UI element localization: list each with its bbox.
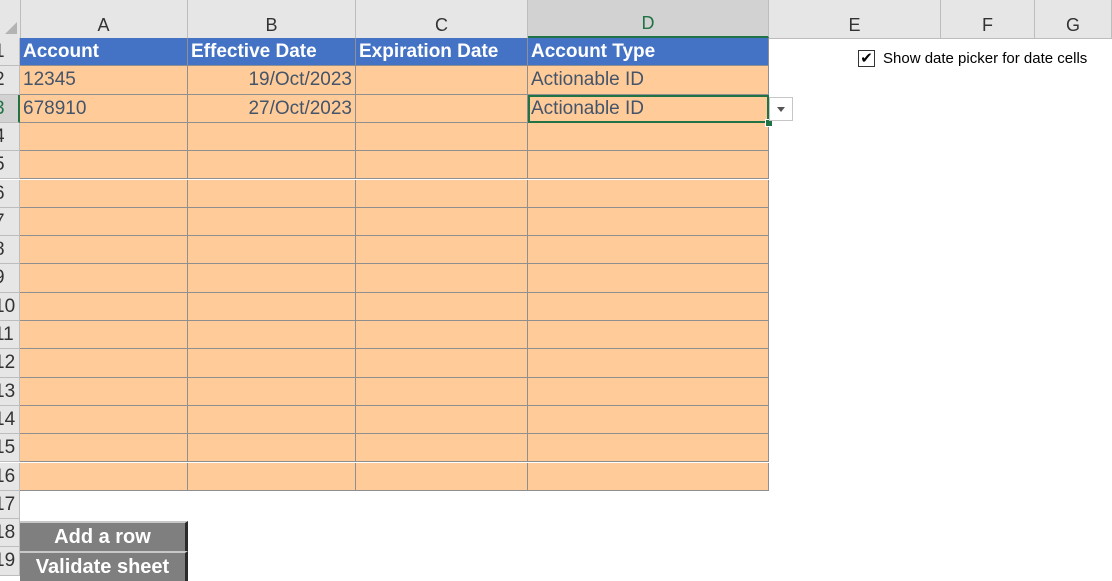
cell-c13[interactable] <box>356 377 528 406</box>
table-header-cell[interactable]: Account Type <box>528 38 769 67</box>
cell-b9[interactable] <box>188 264 356 293</box>
cell-a3[interactable]: 678910 <box>20 94 188 123</box>
cell-d12[interactable] <box>528 349 769 378</box>
cell-d15[interactable] <box>528 434 769 463</box>
cell-b8[interactable] <box>188 236 356 265</box>
cell-d4[interactable] <box>528 122 769 152</box>
cell-a2[interactable]: 12345 <box>20 66 188 95</box>
cell-b15[interactable] <box>188 434 356 463</box>
column-header-b[interactable]: B <box>188 0 356 38</box>
column-header-d[interactable]: D <box>528 0 769 38</box>
cell-b5[interactable] <box>188 151 356 180</box>
column-header-a[interactable]: A <box>20 0 188 38</box>
cell-a11[interactable] <box>20 321 188 350</box>
row-header-16[interactable]: 16 <box>0 462 20 491</box>
cell-c2[interactable] <box>356 66 528 95</box>
cell-a9[interactable] <box>20 264 188 293</box>
cell-b13[interactable] <box>188 377 356 406</box>
cell-b7[interactable] <box>188 207 356 237</box>
select-all-corner[interactable] <box>0 0 21 38</box>
cell-d9[interactable] <box>528 264 769 293</box>
cell-c11[interactable] <box>356 321 528 350</box>
cell-c12[interactable] <box>356 349 528 378</box>
cell-c10[interactable] <box>356 292 528 321</box>
cell-d2[interactable]: Actionable ID <box>528 66 769 95</box>
cell-d13[interactable] <box>528 377 769 406</box>
cell-b6[interactable] <box>188 179 356 208</box>
cell-a10[interactable] <box>20 292 188 321</box>
column-header-c[interactable]: C <box>356 0 528 38</box>
cell-b10[interactable] <box>188 292 356 321</box>
row-header-6[interactable]: 6 <box>0 179 20 208</box>
cell-a6[interactable] <box>20 179 188 208</box>
cell-a7[interactable] <box>20 207 188 237</box>
row-header-11[interactable]: 11 <box>0 321 20 350</box>
cell-a13[interactable] <box>20 377 188 406</box>
add-row-button[interactable]: Add a row <box>20 521 188 551</box>
cell-b3[interactable]: 27/Oct/2023 <box>188 94 356 123</box>
validate-sheet-button[interactable]: Validate sheet <box>20 551 188 581</box>
row-header-8[interactable]: 8 <box>0 236 20 265</box>
cell-c8[interactable] <box>356 236 528 265</box>
row-header-12[interactable]: 12 <box>0 349 20 378</box>
cell-c5[interactable] <box>356 151 528 180</box>
column-header-g[interactable]: G <box>1035 0 1112 38</box>
table-header-cell[interactable]: Expiration Date <box>356 38 528 67</box>
cell-a14[interactable] <box>20 405 188 435</box>
row-header-10[interactable]: 10 <box>0 292 20 321</box>
row-header-18[interactable]: 18 <box>0 519 20 548</box>
cell-c4[interactable] <box>356 122 528 152</box>
row-header-17[interactable]: 17 <box>0 490 20 520</box>
row-header-2[interactable]: 2 <box>0 66 20 95</box>
table-header-cell[interactable]: Account <box>20 38 188 67</box>
row-header-9[interactable]: 9 <box>0 264 20 293</box>
chevron-down-icon <box>777 106 785 112</box>
row-header-13[interactable]: 13 <box>0 377 20 406</box>
cell-b16[interactable] <box>188 462 356 491</box>
table-header-cell[interactable]: Effective Date <box>188 38 356 67</box>
cell-a16[interactable] <box>20 462 188 491</box>
date-picker-option[interactable]: ✔ Show date picker for date cells <box>858 50 1087 67</box>
cell-b14[interactable] <box>188 405 356 435</box>
row-header-1[interactable]: 1 <box>0 38 20 67</box>
cell-c6[interactable] <box>356 179 528 208</box>
select-all-triangle-icon <box>5 22 17 34</box>
cell-b4[interactable] <box>188 122 356 152</box>
cell-c16[interactable] <box>356 462 528 491</box>
column-header-e[interactable]: E <box>769 0 941 38</box>
row-header-15[interactable]: 15 <box>0 434 20 463</box>
cell-d7[interactable] <box>528 207 769 237</box>
cell-a15[interactable] <box>20 434 188 463</box>
cell-b11[interactable] <box>188 321 356 350</box>
cell-c15[interactable] <box>356 434 528 463</box>
cell-a12[interactable] <box>20 349 188 378</box>
cell-d14[interactable] <box>528 405 769 435</box>
cell-a4[interactable] <box>20 122 188 152</box>
row-header-14[interactable]: 14 <box>0 405 20 435</box>
cell-a8[interactable] <box>20 236 188 265</box>
row-header-5[interactable]: 5 <box>0 151 20 180</box>
cell-b2[interactable]: 19/Oct/2023 <box>188 66 356 95</box>
cell-a5[interactable] <box>20 151 188 180</box>
row-header-19[interactable]: 19 <box>0 547 20 576</box>
cell-d8[interactable] <box>528 236 769 265</box>
date-picker-checkbox[interactable]: ✔ <box>858 50 875 67</box>
cell-dropdown-button[interactable] <box>769 97 793 121</box>
row-header-7[interactable]: 7 <box>0 207 20 237</box>
cell-d10[interactable] <box>528 292 769 321</box>
column-header-f[interactable]: F <box>941 0 1035 38</box>
row-header-3[interactable]: 3 <box>0 94 20 123</box>
cell-c9[interactable] <box>356 264 528 293</box>
row-header-4[interactable]: 4 <box>0 122 20 152</box>
cell-d6[interactable] <box>528 179 769 208</box>
cell-c3[interactable] <box>356 94 528 123</box>
cell-b12[interactable] <box>188 349 356 378</box>
cell-d3[interactable]: Actionable ID <box>528 94 769 123</box>
date-picker-checkbox-label: Show date picker for date cells <box>883 50 1088 67</box>
cell-d16[interactable] <box>528 462 769 491</box>
cell-d11[interactable] <box>528 321 769 350</box>
cell-c14[interactable] <box>356 405 528 435</box>
cell-d5[interactable] <box>528 151 769 180</box>
cell-c7[interactable] <box>356 207 528 237</box>
